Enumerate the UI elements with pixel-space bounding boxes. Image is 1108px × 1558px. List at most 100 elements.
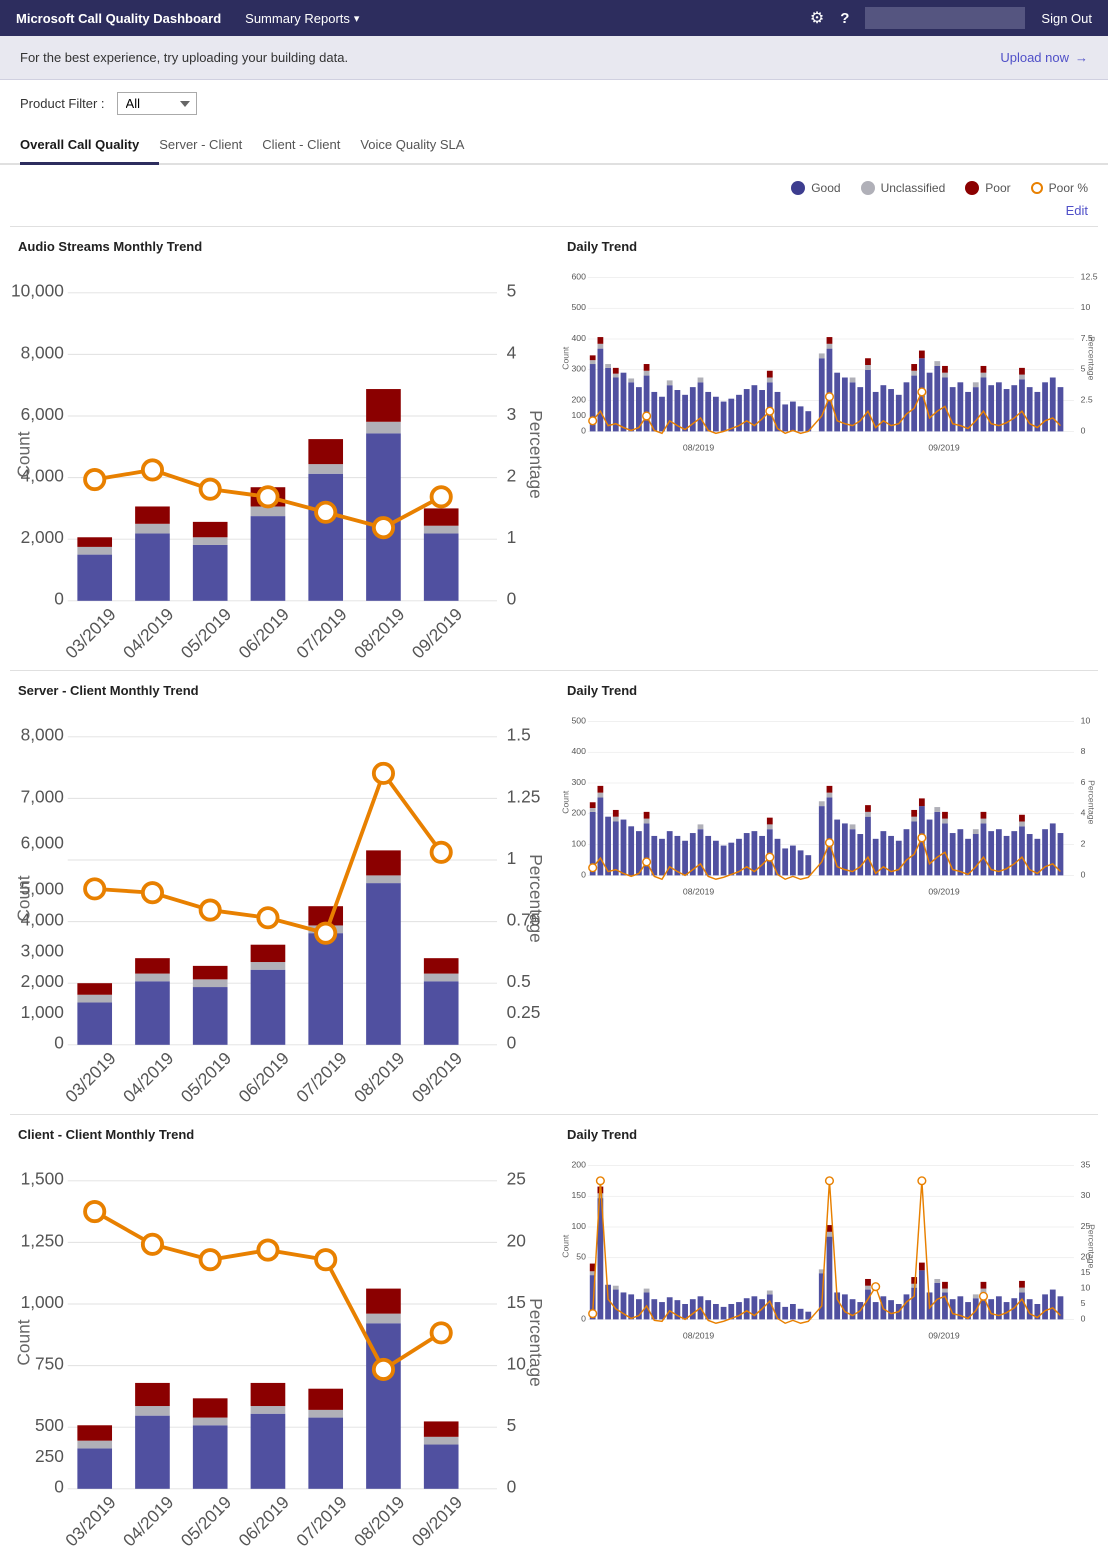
svg-text:0: 0 — [581, 425, 586, 435]
legend-unclassified-dot — [861, 181, 875, 195]
bar-poor — [424, 508, 459, 525]
bar-unclassified — [366, 1314, 401, 1324]
poor-pct-dot — [316, 1250, 335, 1269]
charts-container: Audio Streams Monthly Trend 10,000 8,000… — [0, 226, 1108, 1538]
product-filter-select[interactable]: All Teams SfB — [117, 92, 197, 115]
svg-text:12.5: 12.5 — [1081, 271, 1098, 281]
svg-text:50: 50 — [576, 1252, 586, 1262]
bar-poor — [424, 1421, 459, 1436]
legend-good-label: Good — [811, 181, 840, 195]
bar-poor — [308, 1389, 343, 1410]
svg-text:3,000: 3,000 — [21, 940, 64, 960]
daily-poor-pct-dot — [918, 1177, 926, 1185]
poor-pct-dot — [201, 480, 220, 499]
tab-client-client[interactable]: Client - Client — [262, 127, 360, 165]
svg-text:0: 0 — [54, 1033, 64, 1053]
bar-good — [135, 533, 170, 600]
legend-good-dot — [791, 181, 805, 195]
header-icons: ⚙ ? — [810, 7, 1026, 29]
signout-button[interactable]: Sign Out — [1041, 11, 1092, 26]
daily-poor-pct-dot — [643, 412, 651, 420]
daily-poor-pct-dot — [826, 1177, 834, 1185]
bar-unclassified — [77, 1441, 112, 1449]
bar-poor — [135, 958, 170, 973]
tab-server-client[interactable]: Server - Client — [159, 127, 262, 165]
aug-bars-sc — [590, 786, 811, 876]
bar-good — [251, 1414, 286, 1489]
svg-text:750: 750 — [35, 1353, 64, 1373]
svg-text:Count: Count — [561, 346, 571, 370]
svg-text:500: 500 — [35, 1415, 64, 1435]
svg-text:5: 5 — [507, 1415, 517, 1435]
svg-text:200: 200 — [571, 1159, 586, 1169]
settings-icon[interactable]: ⚙ — [810, 8, 824, 28]
svg-text:1.25: 1.25 — [507, 786, 541, 806]
svg-text:25: 25 — [507, 1169, 526, 1189]
edit-button[interactable]: Edit — [1066, 203, 1088, 218]
svg-text:04/2019: 04/2019 — [119, 1492, 177, 1550]
server-client-monthly-title: Server - Client Monthly Trend — [10, 683, 549, 698]
bar-good — [424, 533, 459, 600]
client-client-daily-svg: 200 150 100 50 0 35 30 25 20 15 10 5 0 — [559, 1150, 1098, 1343]
legend-poor-pct: Poor % — [1031, 181, 1088, 195]
svg-text:1: 1 — [507, 527, 517, 547]
daily-poor-pct-dot — [589, 864, 597, 872]
chart-legend: Good Unclassified Poor Poor % — [0, 165, 1108, 199]
tab-voice-quality-sla[interactable]: Voice Quality SLA — [360, 127, 484, 165]
svg-text:0.5: 0.5 — [507, 971, 531, 991]
audio-monthly-trend-title: Audio Streams Monthly Trend — [10, 239, 549, 254]
svg-text:08/2019: 08/2019 — [683, 443, 714, 453]
svg-text:07/2019: 07/2019 — [292, 1492, 350, 1550]
product-filter-label: Product Filter : — [20, 96, 105, 111]
edit-row: Edit — [0, 199, 1108, 226]
svg-text:35: 35 — [1081, 1159, 1091, 1169]
svg-text:300: 300 — [571, 364, 586, 374]
nav-summary-reports-label: Summary Reports — [245, 11, 350, 26]
daily-poor-pct-dot — [826, 393, 834, 401]
bar-poor — [135, 1383, 170, 1406]
svg-text:100: 100 — [571, 410, 586, 420]
bar-good — [135, 981, 170, 1045]
nav-summary-reports[interactable]: Summary Reports ▾ — [245, 11, 359, 26]
poor-pct-dot — [85, 879, 104, 898]
bar-unclassified — [251, 962, 286, 970]
legend-unclassified-label: Unclassified — [881, 181, 946, 195]
daily-poor-pct-dot — [589, 417, 597, 425]
svg-text:2.5: 2.5 — [1081, 395, 1093, 405]
svg-text:600: 600 — [571, 271, 586, 281]
poor-pct-dot — [258, 1240, 277, 1259]
poor-pct-dot — [374, 1360, 393, 1379]
svg-text:2: 2 — [1081, 839, 1086, 849]
svg-text:400: 400 — [571, 333, 586, 343]
svg-text:Count: Count — [13, 431, 33, 477]
upload-now-link[interactable]: Upload now → — [1000, 50, 1088, 65]
svg-text:0: 0 — [1081, 425, 1086, 435]
svg-text:1,000: 1,000 — [21, 1002, 64, 1022]
bar-good — [77, 555, 112, 601]
svg-text:09/2019: 09/2019 — [928, 443, 959, 453]
bar-good — [424, 1445, 459, 1489]
client-client-daily-panel: Daily Trend 200 150 100 50 0 35 30 25 20… — [559, 1127, 1098, 1538]
svg-text:0: 0 — [1081, 869, 1086, 879]
svg-text:8,000: 8,000 — [21, 342, 64, 362]
bar-poor — [424, 958, 459, 973]
svg-text:Percentage: Percentage — [1086, 780, 1096, 824]
nav-dropdown-icon: ▾ — [354, 12, 360, 25]
search-input[interactable] — [865, 7, 1025, 29]
bar-unclassified — [424, 526, 459, 534]
bar-good — [308, 474, 343, 601]
svg-text:300: 300 — [571, 777, 586, 787]
svg-text:15: 15 — [507, 1292, 526, 1312]
svg-text:10: 10 — [1081, 715, 1091, 725]
poor-pct-dot — [432, 1323, 451, 1342]
client-client-daily-title: Daily Trend — [559, 1127, 1098, 1142]
bar-poor — [77, 983, 112, 995]
svg-text:1,250: 1,250 — [21, 1230, 64, 1250]
audio-monthly-trend-panel: Audio Streams Monthly Trend 10,000 8,000… — [10, 239, 549, 650]
audio-daily-chart: 600 500 400 300 200 100 0 12.5 10 7.5 5 … — [559, 262, 1098, 458]
help-icon[interactable]: ? — [840, 10, 849, 27]
svg-text:Percentage: Percentage — [526, 1298, 546, 1387]
svg-text:200: 200 — [571, 395, 586, 405]
tab-overall-call-quality[interactable]: Overall Call Quality — [20, 127, 159, 165]
bar-unclassified — [424, 974, 459, 982]
